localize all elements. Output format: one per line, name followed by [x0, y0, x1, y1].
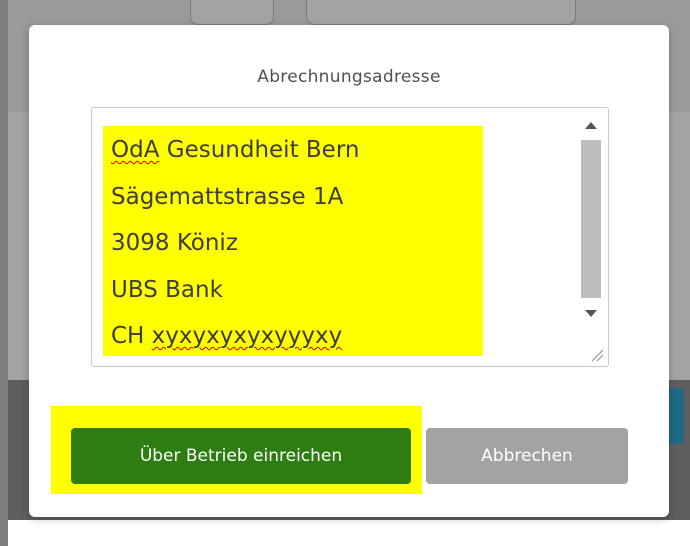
spellcheck-word: OdA: [111, 137, 160, 163]
resize-handle-icon[interactable]: [590, 348, 604, 362]
cancel-button[interactable]: Abbrechen: [426, 428, 628, 484]
textarea-scrollbar[interactable]: [578, 110, 606, 338]
address-line: 3098 Köniz: [111, 230, 238, 256]
address-lines: OdA Gesundheit Bern Sägemattstrasse 1A 3…: [111, 130, 359, 363]
background-edge: [0, 0, 8, 546]
address-line: Sägemattstrasse 1A: [111, 183, 344, 210]
background-tab: [190, 0, 274, 25]
submit-via-company-button[interactable]: Über Betrieb einreichen: [71, 428, 411, 484]
billing-address-dialog: Abrechnungsadresse OdA Gesundheit Bern S…: [29, 25, 669, 517]
background-tab: [306, 0, 576, 25]
address-line-text: CH: [111, 323, 152, 349]
address-line: UBS Bank: [111, 276, 223, 303]
address-line: OdA Gesundheit Bern: [111, 130, 359, 177]
address-line-text: Gesundheit Bern: [159, 137, 360, 163]
scroll-thumb[interactable]: [581, 140, 601, 298]
address-textarea[interactable]: OdA Gesundheit Bern Sägemattstrasse 1A 3…: [91, 107, 609, 367]
scroll-down-icon[interactable]: [585, 310, 597, 317]
scroll-up-icon[interactable]: [585, 122, 597, 129]
spellcheck-word: xyxyxyxyxyyyxy: [151, 323, 343, 349]
dialog-title: Abrechnungsadresse: [257, 67, 441, 87]
address-line: CH xyxyxyxyxyyyxy: [111, 316, 359, 363]
background-footer: [0, 520, 690, 546]
